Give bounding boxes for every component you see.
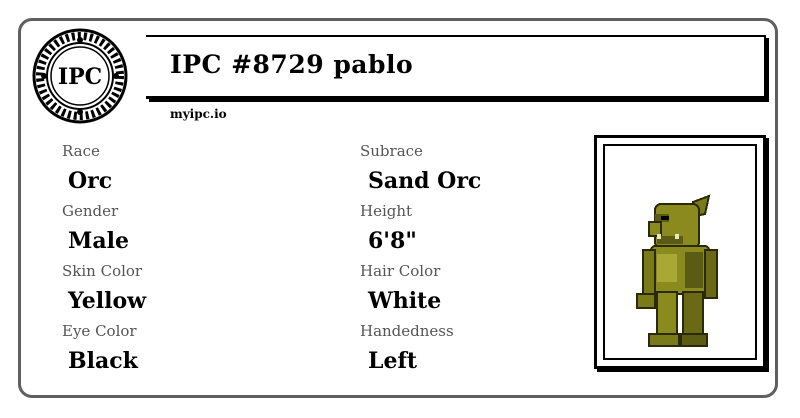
hair-color-value: White [368, 288, 442, 314]
subrace-value: Sand Orc [368, 168, 482, 194]
portrait-inner-frame [603, 144, 757, 360]
handedness-label: Handedness [360, 322, 454, 340]
portrait-frame [594, 135, 766, 369]
ipc-seal-logo-icon: IPC [32, 28, 128, 124]
orc-character-sprite-icon [636, 194, 718, 347]
subrace-label: Subrace [360, 142, 423, 160]
eye-color-label: Eye Color [62, 322, 137, 340]
height-value: 6'8" [368, 228, 417, 254]
page-title: IPC #8729 pablo [170, 50, 414, 79]
skin-color-label: Skin Color [62, 262, 143, 280]
skin-color-value: Yellow [68, 288, 147, 314]
hair-color-label: Hair Color [360, 262, 441, 280]
gender-value: Male [68, 228, 129, 254]
logo-text: IPC [58, 64, 102, 90]
site-link[interactable]: myipc.io [170, 107, 227, 121]
handedness-value: Left [368, 348, 418, 374]
race-label: Race [62, 142, 100, 160]
height-label: Height [360, 202, 413, 220]
race-value: Orc [68, 168, 113, 194]
eye-color-value: Black [68, 348, 138, 374]
title-banner: IPC #8729 pablo [146, 35, 766, 99]
gender-label: Gender [62, 202, 119, 220]
